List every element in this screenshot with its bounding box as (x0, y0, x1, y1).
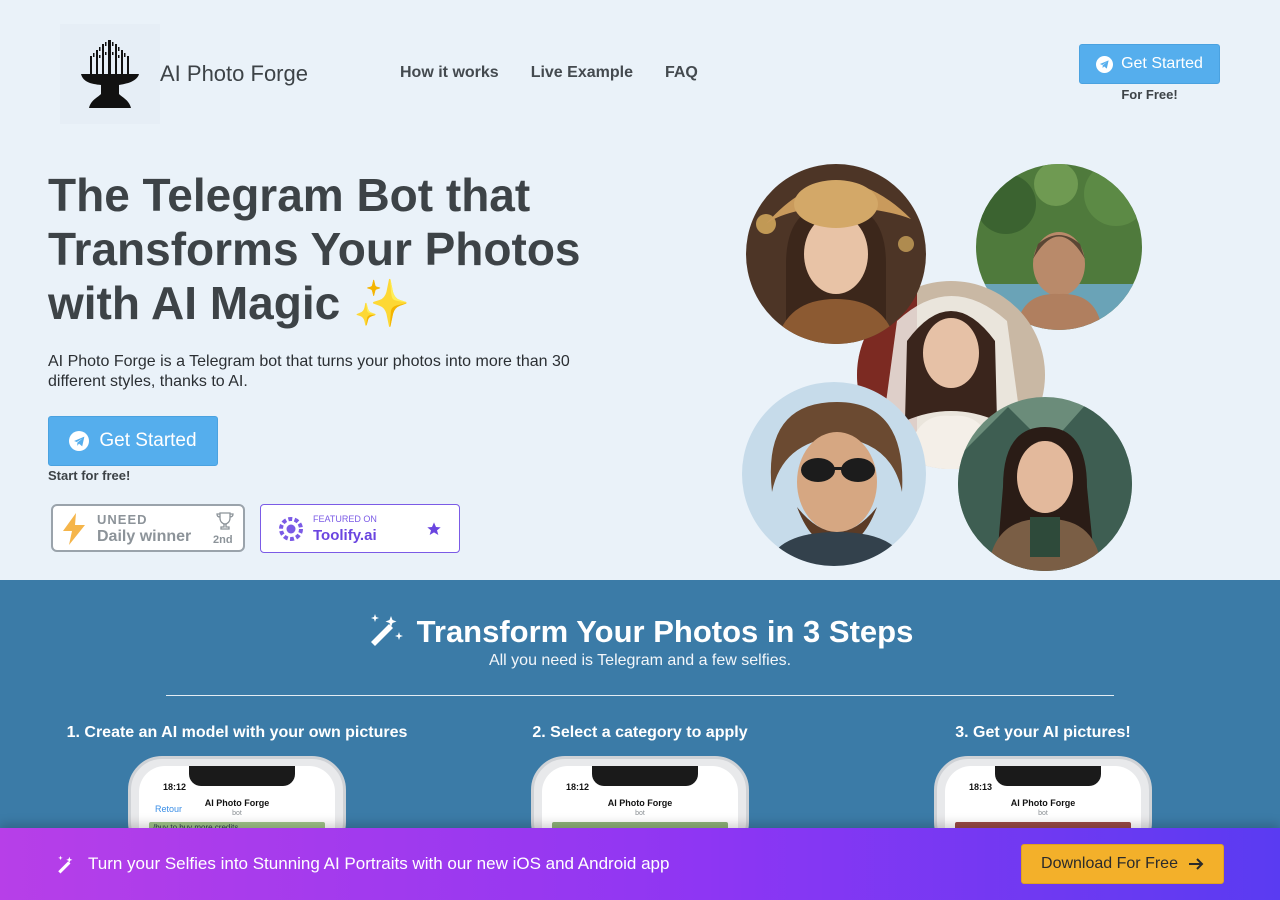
hero-get-started-label: Get Started (99, 430, 197, 451)
phone-chat-sub: bot (635, 810, 645, 817)
header-get-started-button[interactable]: Get Started (1079, 44, 1220, 84)
phone-notch (995, 766, 1101, 786)
phone-chat-name: AI Photo Forge (1010, 798, 1076, 808)
phone-time: 18:13 (969, 782, 993, 792)
download-for-free-button[interactable]: Download For Free (1021, 844, 1224, 884)
toolify-featured-label: FEATURED ON (313, 514, 377, 524)
telegram-icon (1096, 55, 1114, 73)
download-label: Download For Free (1041, 855, 1178, 872)
toolify-featured-badge[interactable]: FEATURED ON Toolify.ai (260, 504, 460, 553)
phone-chat-name: AI Photo Forge (204, 798, 270, 808)
steps-divider (166, 695, 1114, 696)
arrow-right-icon (1188, 858, 1204, 870)
phone-chat-sub: bot (232, 810, 242, 817)
toolify-logo-icon (279, 517, 303, 541)
main-nav: How it works Live Example FAQ (400, 64, 698, 82)
step-3-label: 3. Get your AI pictures! (955, 724, 1131, 741)
uneed-rank: 2nd (213, 534, 233, 546)
phone-notch (189, 766, 295, 786)
hero-title-line1: The Telegram Bot that (48, 169, 531, 221)
brand-name[interactable]: AI Photo Forge (160, 61, 308, 87)
step-1-label: 1. Create an AI model with your own pict… (66, 724, 408, 741)
logo[interactable] (60, 24, 160, 124)
portrait-man-sunglasses (742, 382, 926, 566)
steps-subtitle: All you need is Telegram and a few selfi… (488, 652, 792, 669)
star-icon (427, 522, 441, 535)
uneed-brand: UNEED (97, 512, 148, 527)
nav-how-it-works[interactable]: How it works (400, 64, 499, 82)
magic-wand-icon (58, 855, 73, 874)
hero-title-line2: Transforms Your Photos (48, 223, 581, 275)
hero-title: The Telegram Bot that Transforms Your Ph… (48, 168, 648, 330)
phone-notch (592, 766, 698, 786)
header-get-started-label: Get Started (1121, 55, 1203, 72)
phone-time: 18:12 (566, 782, 590, 792)
uneed-daily-winner-badge[interactable]: UNEED Daily winner 2nd (51, 504, 245, 552)
portrait-woman-hat (746, 164, 926, 344)
toolify-name: Toolify.ai (313, 527, 377, 544)
sparkles-icon: ✨ (352, 277, 411, 329)
app-promo-banner: Turn your Selfies into Stunning AI Portr… (0, 828, 1280, 900)
banner-text: Turn your Selfies into Stunning AI Portr… (88, 854, 670, 873)
header-cta-subtext: For Free! (1121, 87, 1178, 102)
site-header: AI Photo Forge How it works Live Example… (0, 0, 1280, 150)
hero-get-started-button[interactable]: Get Started (48, 416, 218, 466)
hero-cta-subtext: Start for free! (48, 468, 131, 483)
nav-faq[interactable]: FAQ (665, 64, 698, 82)
anvil-tree-logo-icon (81, 40, 139, 108)
uneed-title: Daily winner (97, 528, 192, 545)
phone-time: 18:12 (163, 782, 187, 792)
hero-description: AI Photo Forge is a Telegram bot that tu… (48, 353, 570, 390)
phone-chat-name: AI Photo Forge (607, 798, 673, 808)
step-2-label: 2. Select a category to apply (532, 724, 748, 741)
portrait-woman-mountains (958, 397, 1132, 571)
telegram-icon (69, 431, 90, 451)
steps-title-text: Transform Your Photos in 3 Steps (416, 614, 914, 649)
magic-wand-icon (370, 614, 403, 646)
steps-title: Transform Your Photos in 3 Steps (0, 612, 1280, 650)
lightning-icon (63, 513, 85, 545)
phone-chat-sub: bot (1038, 810, 1048, 817)
trophy-icon (216, 512, 234, 530)
nav-live-example[interactable]: Live Example (531, 64, 633, 82)
hero-title-line3: with AI Magic (48, 277, 341, 329)
